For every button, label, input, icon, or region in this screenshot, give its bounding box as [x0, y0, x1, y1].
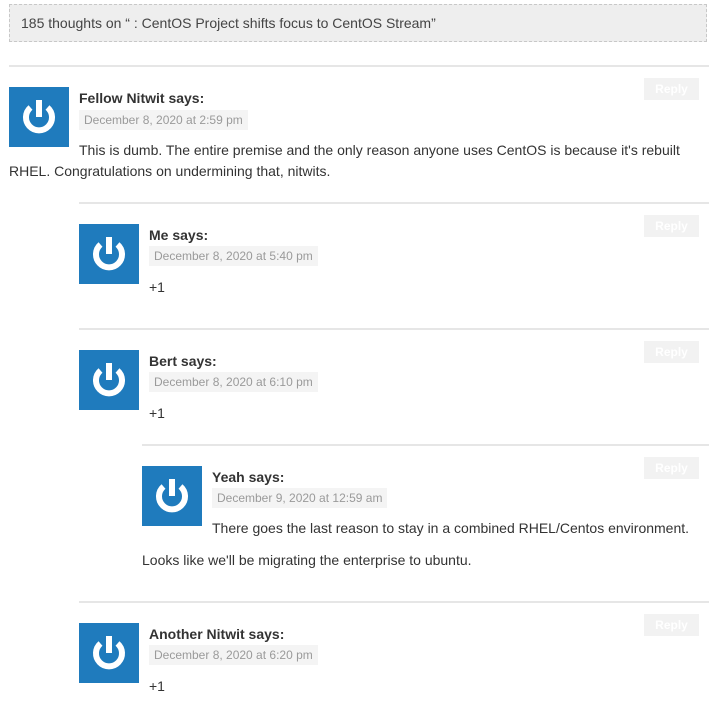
comment-text: This is dumb. The entire premise and the… — [9, 142, 680, 179]
comment-text: There goes the last reason to stay in a … — [212, 520, 690, 536]
reply-button[interactable]: Reply — [644, 78, 699, 100]
gravatar-power-icon — [23, 100, 55, 134]
comment-text: +1 — [149, 678, 165, 694]
says-label: says: — [180, 353, 217, 369]
avatar[interactable] — [142, 466, 202, 526]
gravatar-power-icon — [156, 479, 188, 513]
author-name[interactable]: Fellow Nitwit — [79, 90, 165, 106]
thread-title: 185 thoughts on “ : CentOS Project shift… — [21, 15, 436, 31]
avatar[interactable] — [79, 623, 139, 683]
comment-author: Another Nitwit says: — [149, 626, 284, 642]
gravatar-power-icon — [93, 237, 125, 271]
author-name[interactable]: Another Nitwit — [149, 626, 245, 642]
comment-author: Me says: — [149, 227, 208, 243]
says-label: says: — [248, 469, 285, 485]
avatar[interactable] — [9, 87, 69, 147]
comment-date[interactable]: December 8, 2020 at 2:59 pm — [79, 110, 248, 130]
comment-divider — [9, 65, 709, 67]
comment-text: +1 — [149, 279, 165, 295]
author-name[interactable]: Me — [149, 227, 168, 243]
comment-divider — [142, 444, 709, 446]
comment-divider — [79, 328, 709, 330]
says-label: says: — [172, 227, 209, 243]
comment-text: +1 — [149, 405, 165, 421]
comment-author: Bert says: — [149, 353, 217, 369]
comment-divider — [79, 202, 709, 204]
comment-text-continued: Looks like we'll be migrating the enterp… — [142, 552, 472, 568]
reply-button[interactable]: Reply — [644, 215, 699, 237]
author-name[interactable]: Yeah — [212, 469, 245, 485]
gravatar-power-icon — [93, 636, 125, 670]
comment-date[interactable]: December 9, 2020 at 12:59 am — [212, 488, 388, 508]
comment-date[interactable]: December 8, 2020 at 5:40 pm — [149, 246, 318, 266]
comment-date[interactable]: December 8, 2020 at 6:20 pm — [149, 645, 318, 665]
avatar[interactable] — [79, 350, 139, 410]
says-label: says: — [168, 90, 205, 106]
comment-date[interactable]: December 8, 2020 at 6:10 pm — [149, 372, 318, 392]
reply-button[interactable]: Reply — [644, 457, 699, 479]
comment-author: Yeah says: — [212, 469, 284, 485]
comments-count-header: 185 thoughts on “ : CentOS Project shift… — [9, 4, 707, 42]
avatar[interactable] — [79, 224, 139, 284]
comment-author: Fellow Nitwit says: — [79, 90, 204, 106]
gravatar-power-icon — [93, 363, 125, 397]
comment-divider — [79, 601, 709, 603]
says-label: says: — [248, 626, 285, 642]
reply-button[interactable]: Reply — [644, 614, 699, 636]
author-name[interactable]: Bert — [149, 353, 177, 369]
reply-button[interactable]: Reply — [644, 341, 699, 363]
